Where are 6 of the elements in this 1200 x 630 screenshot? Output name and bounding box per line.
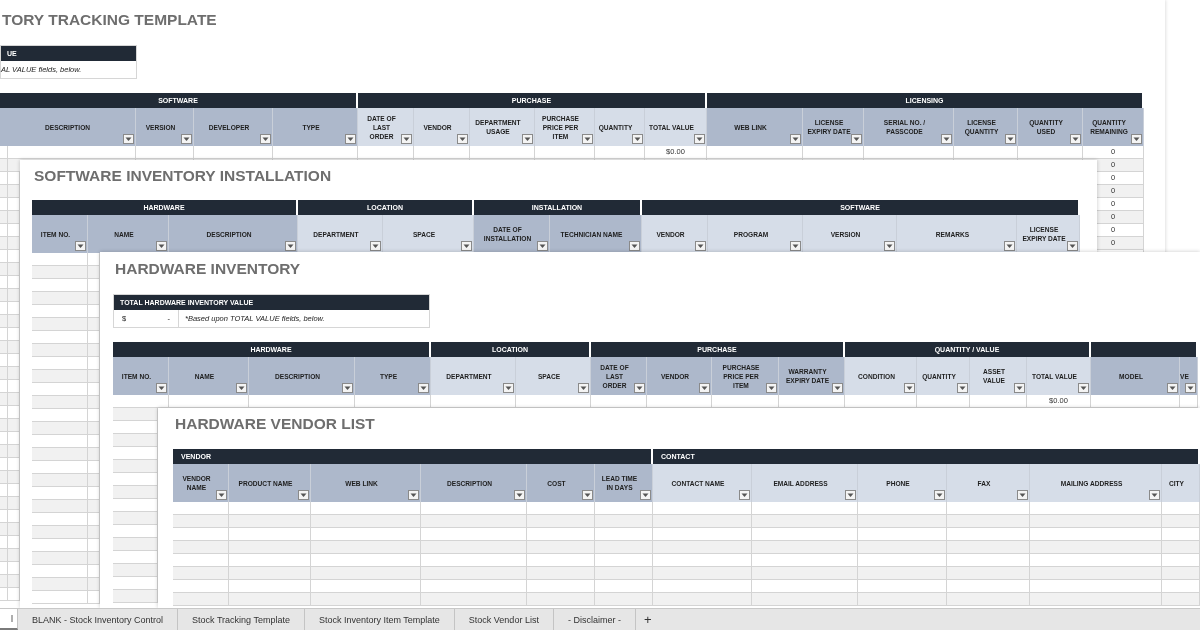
add-sheet-button[interactable]: + bbox=[635, 609, 660, 630]
sheet-title: TORY TRACKING TEMPLATE bbox=[1, 10, 217, 30]
sheet-title: HARDWARE VENDOR LIST bbox=[174, 414, 375, 434]
sheet-title: HARDWARE INVENTORY bbox=[114, 259, 301, 279]
sheet-title: SOFTWARE INVENTORY INSTALLATION bbox=[33, 166, 332, 186]
sheet-tab[interactable]: l bbox=[0, 609, 18, 630]
